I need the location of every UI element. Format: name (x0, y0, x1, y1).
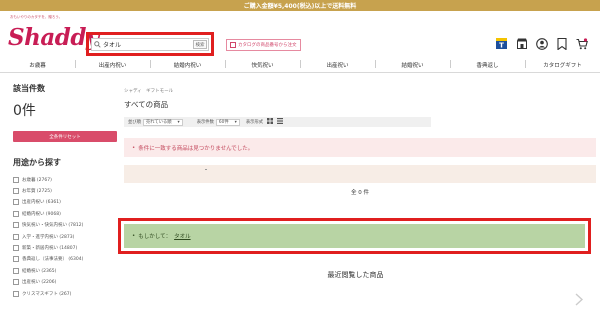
sort-control: 並び順 売れている順 ▾ (128, 118, 183, 126)
usage-filter-item[interactable]: 快気祝い・快気内祝い (7812) (13, 220, 115, 231)
usage-filter-item[interactable]: 出産内祝い (6361) (13, 197, 115, 208)
did-you-mean-prefix: もしかして： (138, 234, 172, 240)
sort-select-value: 売れている順 (145, 120, 172, 125)
catalog-order-link[interactable]: カタログの商品番号から注文 (226, 39, 301, 51)
account-icon[interactable] (535, 37, 548, 50)
catalog-icon (230, 42, 236, 48)
nav-item-wedding-gift[interactable]: 結婚祝い (375, 60, 450, 69)
free-shipping-banner: ご購入金額¥5,400(税込)以上で送料無料 (0, 0, 600, 11)
category-nav: お歳暮 出産内祝い 結婚内祝い 快気祝い 出産祝い 結婚祝い 香典返し カタログ… (0, 58, 600, 73)
usage-checkbox[interactable] (13, 245, 19, 252)
chevron-down-icon: ▾ (234, 119, 237, 125)
svg-text:T: T (499, 42, 504, 50)
search-icon (92, 39, 103, 50)
usage-filter-label: 入学・進学内祝い (2873) (22, 234, 75, 240)
breadcrumb[interactable]: シャディ ギフトモール (124, 88, 600, 94)
usage-filter-item[interactable]: 結婚祝い (2365) (13, 265, 115, 276)
usage-filter-label: お年賀 (2725) (22, 189, 52, 195)
catalog-order-label: カタログの商品番号から注文 (238, 43, 297, 48)
store-icon[interactable] (515, 37, 528, 50)
filter-sidebar: 該当件数 0件 全条件リセット 用途から探す お歳暮 (2767) お年賀 (2… (0, 73, 117, 299)
usage-filter-label: 出産内祝い (6361) (22, 200, 61, 206)
total-count: 全 0 件 (351, 190, 369, 196)
usage-filter-label: クリスマスギフト (267) (22, 291, 72, 297)
usage-filter-label: お歳暮 (2767) (22, 177, 52, 183)
nav-item-oseibo[interactable]: お歳暮 (0, 61, 75, 69)
logo-tagline: おもいやりのカタチを、贈ろう。 (10, 15, 63, 19)
usage-filter-item[interactable]: 香典返し（法事法要） (6304) (13, 254, 115, 265)
usage-checkbox[interactable] (13, 233, 19, 240)
t-point-icon[interactable]: T (495, 37, 508, 50)
results-main: シャディ ギフトモール すべての商品 並び順 売れている順 ▾ 表示件数 60件… (115, 73, 600, 299)
view-format-label: 表示形式 (245, 120, 264, 125)
usage-filter-item[interactable]: 出産祝い (2206) (13, 277, 115, 288)
recently-viewed-title: 最近閲覧した商品 (327, 271, 384, 279)
search-button[interactable]: 検索 (193, 40, 207, 49)
usage-filter-item[interactable]: お歳暮 (2767) (13, 174, 115, 185)
usage-filter-label: 出産祝い (2206) (22, 280, 57, 286)
pager-divider (205, 169, 207, 170)
cart-icon[interactable] (575, 37, 588, 50)
per-page-select[interactable]: 60件 ▾ (215, 118, 240, 126)
result-count-title: 該当件数 (13, 84, 45, 93)
usage-filter-label: 新築・新居内祝い (14807) (22, 246, 78, 252)
chevron-right-icon[interactable] (574, 291, 584, 306)
view-format-control: 表示形式 (245, 118, 284, 126)
per-page-control: 表示件数 60件 ▾ (196, 118, 240, 126)
usage-filter-list: お歳暮 (2767) お年賀 (2725) 出産内祝い (6361) 結婚内祝い… (13, 174, 115, 299)
pager-strip (124, 165, 596, 183)
usage-checkbox[interactable] (13, 267, 19, 274)
usage-filter-item[interactable]: お年賀 (2725) (13, 185, 115, 196)
content-area: 該当件数 0件 全条件リセット 用途から探す お歳暮 (2767) お年賀 (2… (0, 73, 600, 299)
did-you-mean-link[interactable]: タオル (174, 232, 191, 240)
search-bar: タオル 検索 (91, 38, 209, 51)
usage-checkbox[interactable] (13, 199, 19, 206)
usage-filter-title: 用途から探す (13, 158, 61, 167)
usage-checkbox[interactable] (13, 176, 19, 183)
per-page-label: 表示件数 (196, 120, 214, 125)
nav-item-birth-gift[interactable]: 出産祝い (300, 60, 375, 69)
suggest-bullet: • (132, 233, 136, 239)
chevron-down-icon: ▾ (177, 119, 180, 125)
nav-item-funeral-return-gift[interactable]: 香典返し (450, 60, 525, 69)
header-icons: T (495, 37, 588, 50)
no-results-notice: • 条件に一致する商品は見つかりませんでした。 (124, 138, 596, 157)
favorite-icon[interactable] (555, 37, 568, 50)
did-you-mean-box: • もしかして： タオル (124, 224, 585, 248)
per-page-select-value: 60件 (218, 120, 229, 125)
notice-bullet: • (132, 144, 136, 151)
usage-filter-item[interactable]: 結婚内祝い (9068) (13, 208, 115, 219)
reset-all-button[interactable]: 全条件リセット (13, 131, 117, 142)
usage-checkbox[interactable] (13, 188, 19, 195)
header: おもいやりのカタチを、贈ろう。 Shaddy タオル 検索 カタログの商品番号か… (0, 11, 600, 56)
usage-checkbox[interactable] (13, 256, 19, 263)
nav-item-birth-return-gift[interactable]: 出産内祝い (75, 60, 150, 69)
usage-filter-label: 香典返し（法事法要） (6304) (22, 257, 84, 263)
usage-filter-label: 快気祝い・快気内祝い (7812) (22, 223, 84, 229)
nav-item-wedding-return-gift[interactable]: 結婚内祝い (150, 60, 225, 69)
sort-bar: 並び順 売れている順 ▾ 表示件数 60件 ▾ 表示形式 (124, 117, 431, 127)
no-results-text: 条件に一致する商品は見つかりませんでした。 (138, 145, 254, 152)
usage-filter-item[interactable]: 新築・新居内祝い (14807) (13, 242, 115, 253)
free-shipping-text: ご購入金額¥5,400(税込)以上で送料無料 (243, 3, 357, 10)
nav-item-catalog-gift[interactable]: カタログギフト (525, 60, 600, 69)
sort-label: 並び順 (128, 120, 141, 125)
usage-filter-item[interactable]: 入学・進学内祝い (2873) (13, 231, 115, 242)
usage-filter-label: 結婚祝い (2365) (22, 268, 57, 274)
grid-view-icon[interactable] (267, 118, 274, 126)
sort-select[interactable]: 売れている順 ▾ (142, 118, 183, 126)
usage-checkbox[interactable] (13, 279, 19, 286)
usage-checkbox[interactable] (13, 210, 19, 217)
page-title: すべての商品 (124, 100, 169, 109)
usage-filter-label: 結婚内祝い (9068) (22, 211, 61, 217)
nav-item-recovery-gift[interactable]: 快気祝い (225, 60, 300, 69)
usage-filter-item[interactable]: クリスマスギフト (267) (13, 288, 115, 299)
usage-checkbox[interactable] (13, 222, 19, 229)
result-count: 0件 (13, 103, 36, 119)
list-view-icon[interactable] (277, 118, 284, 126)
usage-checkbox[interactable] (13, 290, 19, 297)
search-input[interactable]: タオル (103, 40, 193, 49)
